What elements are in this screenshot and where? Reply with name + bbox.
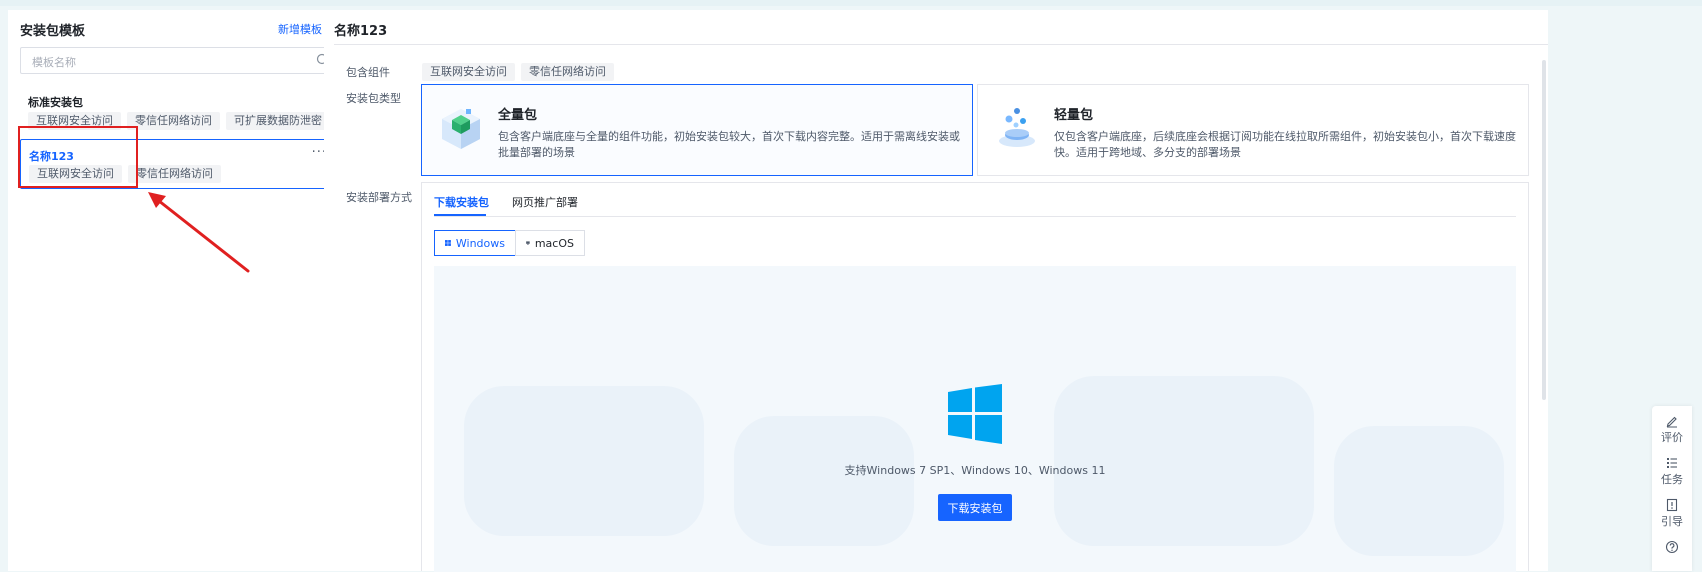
package-type-name: 轻量包 <box>1054 104 1093 123</box>
background-cloud <box>1334 426 1504 556</box>
package-type-name: 全量包 <box>498 104 537 123</box>
download-package-button[interactable]: 下载安装包 <box>938 494 1012 521</box>
download-preview-area: 支持Windows 7 SP1、Windows 10、Windows 11 下载… <box>434 266 1516 572</box>
background-cloud <box>464 386 704 536</box>
components-label: 包含组件 <box>346 64 390 80</box>
sidebar-header: 安装包模板 新增模板 ⟨| <box>20 20 338 40</box>
feedback-button[interactable]: 评价 <box>1652 414 1692 445</box>
template-detail-panel: 名称123 包含组件 互联网安全访问 零信任网络访问 安装包类型 全量包 包含客… <box>324 10 1548 571</box>
background-cloud <box>734 416 914 546</box>
help-button[interactable] <box>1652 540 1692 554</box>
floating-toolbar: 评价 任务 引导 <box>1652 406 1692 571</box>
component-tag: 互联网安全访问 <box>422 63 515 81</box>
component-tag: 零信任网络访问 <box>521 63 614 81</box>
sidebar-title: 安装包模板 <box>20 20 85 39</box>
package-type-label: 安装包类型 <box>346 90 401 106</box>
list-icon <box>1665 456 1679 470</box>
toolbar-label: 任务 <box>1652 471 1692 487</box>
os-macos-button[interactable]: macOS <box>515 230 585 256</box>
template-search-input[interactable] <box>30 53 304 71</box>
annotation-highlight-box <box>18 126 138 188</box>
active-tab-indicator <box>434 214 486 216</box>
vertical-scrollbar[interactable] <box>1542 60 1546 400</box>
full-package-icon <box>436 103 486 153</box>
tab-divider <box>434 216 1516 217</box>
toolbar-label: 引导 <box>1652 513 1692 529</box>
os-label: Windows <box>456 237 505 250</box>
pen-icon <box>1665 414 1679 428</box>
background-cloud <box>1054 376 1314 546</box>
os-label: macOS <box>535 237 574 250</box>
template-tag: 零信任网络访问 <box>127 112 220 130</box>
deploy-method-box: 下载安装包 网页推广部署 Windows macOS <box>421 182 1529 571</box>
supported-os-text: 支持Windows 7 SP1、Windows 10、Windows 11 <box>434 462 1516 478</box>
template-name: 标准安装包 <box>28 94 83 110</box>
add-template-button[interactable]: 新增模板 <box>278 21 322 37</box>
tab-web-deploy[interactable]: 网页推广部署 <box>512 194 578 210</box>
template-tag: 可扩展数据防泄密 <box>226 112 330 130</box>
guide-icon <box>1665 498 1679 512</box>
detail-title: 名称123 <box>334 20 387 39</box>
package-type-description: 包含客户端底座与全量的组件功能，初始安装包较大，首次下载内容完整。适用于需离线安… <box>498 129 960 161</box>
template-sidebar: 安装包模板 新增模板 ⟨| 标准安装包 互联网安全访问 零信任网络访问 可扩展数… <box>8 10 351 571</box>
windows-logo-icon <box>948 384 1002 444</box>
guide-button[interactable]: 引导 <box>1652 498 1692 529</box>
os-windows-button[interactable]: Windows <box>434 230 516 256</box>
package-type-description: 仅包含客户端底座，后续底座会根据订阅功能在线拉取所需组件，初始安装包小，首次下载… <box>1054 129 1516 161</box>
annotation-arrow-icon <box>140 185 260 280</box>
deploy-method-label: 安装部署方式 <box>346 189 412 205</box>
help-icon <box>1665 540 1679 554</box>
toolbar-label: 评价 <box>1652 429 1692 445</box>
top-strip <box>0 0 1702 6</box>
tab-download-package[interactable]: 下载安装包 <box>434 194 489 210</box>
component-tags: 互联网安全访问 零信任网络访问 <box>422 63 614 81</box>
light-package-card[interactable]: 轻量包 仅包含客户端底座，后续底座会根据订阅功能在线拉取所需组件，初始安装包小，… <box>977 84 1529 176</box>
mac-monitor-icon <box>526 237 530 249</box>
windows-icon <box>445 237 451 249</box>
template-search-box <box>20 47 338 74</box>
tasks-button[interactable]: 任务 <box>1652 456 1692 487</box>
light-package-icon <box>992 103 1042 153</box>
full-package-card[interactable]: 全量包 包含客户端底座与全量的组件功能，初始安装包较大，首次下载内容完整。适用于… <box>421 84 973 176</box>
divider <box>334 44 1548 45</box>
template-tag: 零信任网络访问 <box>128 165 221 183</box>
